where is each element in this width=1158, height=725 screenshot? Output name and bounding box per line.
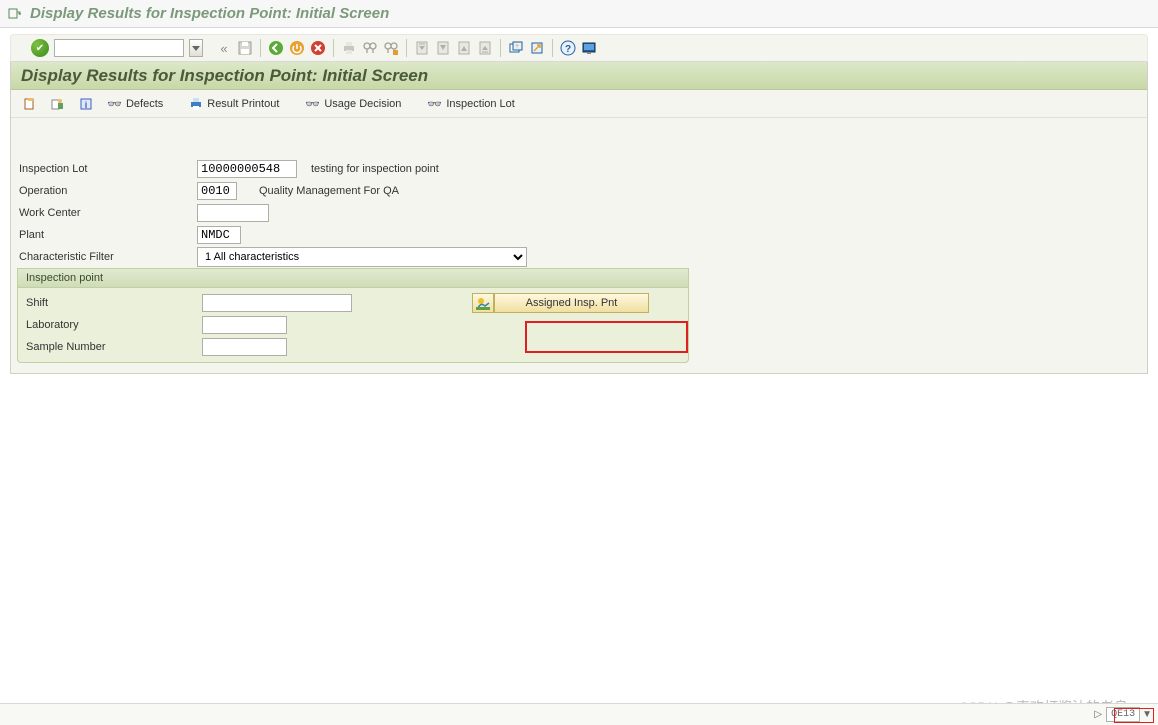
- sample-number-field[interactable]: [202, 338, 287, 356]
- svg-text:+: +: [515, 43, 519, 50]
- usage-decision-button[interactable]: 👓 Usage Decision: [299, 94, 407, 114]
- laboratory-field[interactable]: [202, 316, 287, 334]
- help-icon[interactable]: ?: [559, 39, 577, 57]
- find-icon[interactable]: [361, 39, 379, 57]
- defects-button[interactable]: 👓 Defects: [101, 94, 169, 114]
- window-title-bar: Display Results for Inspection Point: In…: [0, 0, 1158, 28]
- collapse-icon[interactable]: «: [215, 39, 233, 57]
- cancel-icon[interactable]: [309, 39, 327, 57]
- page-header: Display Results for Inspection Point: In…: [11, 62, 1147, 90]
- inspection-lot-field[interactable]: [197, 160, 297, 178]
- sample-number-label: Sample Number: [24, 341, 202, 353]
- command-field[interactable]: [54, 39, 184, 57]
- shift-field[interactable]: [202, 294, 352, 312]
- page-title: Display Results for Inspection Point: In…: [21, 66, 428, 86]
- layout-icon[interactable]: [580, 39, 598, 57]
- operation-field[interactable]: [197, 182, 237, 200]
- toolbar-icon-1[interactable]: [17, 94, 43, 114]
- save-icon[interactable]: [236, 39, 254, 57]
- status-bar: ▷ QE13 ▼: [0, 703, 1158, 725]
- inspection-point-groupbox: Inspection point Shift Assigned Insp. Pn…: [17, 268, 689, 363]
- next-page-icon[interactable]: [455, 39, 473, 57]
- find-next-icon[interactable]: [382, 39, 400, 57]
- plant-label: Plant: [17, 229, 197, 241]
- system-toolbar: ✔ « + ?: [10, 34, 1148, 62]
- assigned-insp-pnt-button[interactable]: Assigned Insp. Pnt: [494, 293, 649, 313]
- operation-label: Operation: [17, 185, 197, 197]
- window-title: Display Results for Inspection Point: In…: [30, 5, 389, 22]
- first-page-icon[interactable]: [413, 39, 431, 57]
- svg-text:?: ?: [565, 44, 571, 55]
- application-toolbar: i 👓 Defects Result Printout 👓 Usage Deci…: [11, 90, 1147, 118]
- inspection-lot-button[interactable]: 👓 Inspection Lot: [421, 94, 520, 114]
- shortcut-icon[interactable]: [528, 39, 546, 57]
- enter-button[interactable]: ✔: [31, 39, 49, 57]
- work-center-label: Work Center: [17, 207, 197, 219]
- last-page-icon[interactable]: [476, 39, 494, 57]
- tcode-display: QE13: [1106, 707, 1140, 722]
- glasses-icon: 👓: [107, 97, 122, 111]
- assigned-icon[interactable]: [472, 293, 494, 313]
- char-filter-label: Characteristic Filter: [17, 251, 197, 263]
- print-icon[interactable]: [340, 39, 358, 57]
- back-icon[interactable]: [267, 39, 285, 57]
- inspection-lot-label: Inspection Lot: [17, 163, 197, 175]
- glasses-icon: 👓: [427, 97, 442, 111]
- shift-label: Shift: [24, 297, 202, 309]
- operation-desc: Quality Management For QA: [259, 185, 399, 197]
- inspection-lot-desc: testing for inspection point: [311, 163, 439, 175]
- form-area: Inspection Lot testing for inspection po…: [11, 118, 1147, 369]
- plant-field[interactable]: [197, 226, 241, 244]
- svg-text:i: i: [85, 100, 88, 110]
- groupbox-title: Inspection point: [18, 269, 688, 288]
- page-container: Display Results for Inspection Point: In…: [10, 62, 1148, 374]
- char-filter-select[interactable]: 1 All characteristics: [197, 247, 527, 267]
- result-printout-button[interactable]: Result Printout: [183, 94, 285, 114]
- laboratory-label: Laboratory: [24, 319, 202, 331]
- exit-icon[interactable]: [288, 39, 306, 57]
- glasses-icon: 👓: [305, 97, 320, 111]
- menu-icon[interactable]: [6, 5, 24, 23]
- command-dropdown[interactable]: [189, 39, 203, 57]
- work-center-field[interactable]: [197, 204, 269, 222]
- new-session-icon[interactable]: +: [507, 39, 525, 57]
- prev-page-icon[interactable]: [434, 39, 452, 57]
- info-icon[interactable]: i: [73, 94, 99, 114]
- toolbar-icon-2[interactable]: [45, 94, 71, 114]
